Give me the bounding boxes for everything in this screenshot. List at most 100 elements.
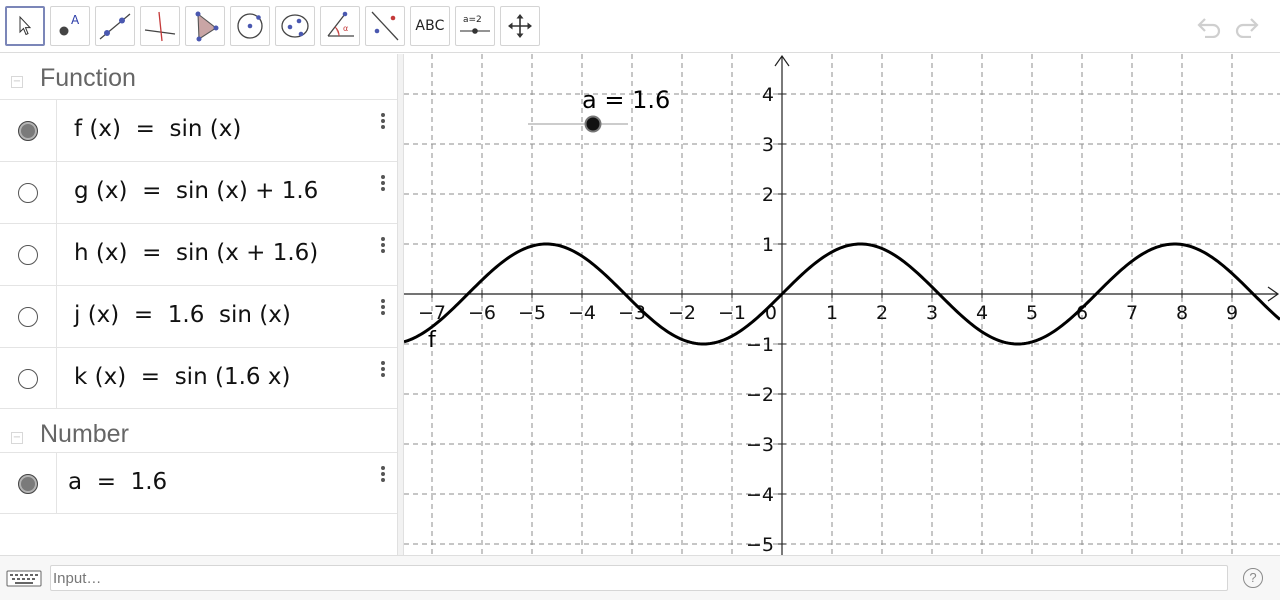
x-axis-ticks: −7 −6 −5 −4 −3 −2 −1 0 1 2 3 4 5 6 7 8 9 <box>418 290 1238 324</box>
visibility-toggle-icon[interactable] <box>18 121 38 141</box>
algebra-item-k[interactable]: k (x) = sin (1.6 x) <box>0 347 397 409</box>
svg-text:α: α <box>343 24 348 33</box>
visibility-cell <box>0 453 57 514</box>
more-menu-icon[interactable] <box>379 174 387 192</box>
circle-tool-button[interactable] <box>230 6 270 46</box>
divider <box>0 408 397 409</box>
algebra-item-g[interactable]: g (x) = sin (x) + 1.6 <box>0 161 397 223</box>
redo-icon <box>1235 18 1259 38</box>
keyboard-icon[interactable] <box>6 568 42 588</box>
slider-tool-label: a=2 <box>463 15 482 25</box>
more-menu-icon[interactable] <box>379 360 387 378</box>
slider-icon: a=2 <box>460 15 490 34</box>
y-tick-label: 1 <box>762 234 774 256</box>
formula-text[interactable]: f (x) = sin (x) <box>74 116 241 142</box>
move-graphics-view-tool-button[interactable] <box>500 6 540 46</box>
slider-caption: a = 1.6 <box>582 86 670 114</box>
cursor-arrow-icon <box>19 15 32 36</box>
redo-button[interactable] <box>1232 12 1262 42</box>
line-tool-button[interactable] <box>95 6 135 46</box>
x-tick-label: 8 <box>1176 302 1188 324</box>
input-bar: ? <box>0 555 1280 600</box>
x-tick-label: 3 <box>926 302 938 324</box>
group-title: Function <box>40 64 136 92</box>
formula-text[interactable]: k (x) = sin (1.6 x) <box>74 364 290 390</box>
undo-button[interactable] <box>1194 12 1224 42</box>
reflect-about-line-icon <box>371 11 399 41</box>
visibility-toggle-icon[interactable] <box>18 183 38 203</box>
algebra-item-j[interactable]: j (x) = 1.6 sin (x) <box>0 285 397 347</box>
y-tick-label: −1 <box>746 334 774 356</box>
polygon-tool-button[interactable] <box>185 6 225 46</box>
visibility-cell <box>0 100 57 161</box>
more-menu-icon[interactable] <box>379 236 387 254</box>
x-tick-label: −4 <box>568 302 596 324</box>
point-tool-button[interactable]: A <box>50 6 90 46</box>
collapse-group-icon[interactable]: − <box>11 432 23 444</box>
algebra-item-h[interactable]: h (x) = sin (x + 1.6) <box>0 223 397 285</box>
visibility-toggle-icon[interactable] <box>18 307 38 327</box>
line-icon <box>99 13 131 40</box>
more-menu-icon[interactable] <box>379 298 387 316</box>
y-tick-label: 4 <box>762 84 774 106</box>
y-tick-label: −4 <box>746 484 774 506</box>
more-menu-icon[interactable] <box>379 112 387 130</box>
algebra-input-field[interactable] <box>50 565 1228 591</box>
slider-knob[interactable] <box>584 115 602 133</box>
help-icon[interactable]: ? <box>1243 568 1263 588</box>
slider-tool-button[interactable]: a=2 <box>455 6 495 46</box>
visibility-cell <box>0 162 57 223</box>
circle-icon <box>237 13 263 39</box>
graphics-view[interactable]: −7 −6 −5 −4 −3 −2 −1 0 1 2 3 4 5 6 7 8 9 4 3 2 1 −1 −2 −3 −4 −5 … <box>404 54 1280 555</box>
more-menu-icon[interactable] <box>379 465 387 483</box>
text-tool-button[interactable]: ABC <box>410 6 450 46</box>
graphics-canvas[interactable]: −7 −6 −5 −4 −3 −2 −1 0 1 2 3 4 5 6 7 8 9 4321−1−2−3−4−5 … <box>404 54 1280 555</box>
point-icon: A <box>59 13 80 36</box>
algebra-item-f[interactable]: f (x) = sin (x) <box>0 99 397 161</box>
x-tick-label: −2 <box>668 302 696 324</box>
reflect-tool-button[interactable] <box>365 6 405 46</box>
toolbar: A α ABC a=2 <box>0 0 1280 53</box>
formula-text[interactable]: g (x) = sin (x) + 1.6 <box>74 178 318 204</box>
geogebra-app: A α ABC a=2 − Function f (x) = sin (x) g… <box>0 0 1280 600</box>
text-tool-label: ABC <box>415 18 445 34</box>
algebra-item-a[interactable]: a = 1.6 <box>0 452 397 514</box>
x-tick-label: 4 <box>976 302 988 324</box>
move-tool-button[interactable] <box>5 6 45 46</box>
divider <box>0 513 397 514</box>
collapse-group-icon[interactable]: − <box>11 76 23 88</box>
x-tick-label: −6 <box>468 302 496 324</box>
visibility-toggle-icon[interactable] <box>18 474 38 494</box>
formula-text[interactable]: a = 1.6 <box>68 469 167 495</box>
perpendicular-line-tool-button[interactable] <box>140 6 180 46</box>
x-tick-label: −1 <box>718 302 746 324</box>
y-tick-label: −2 <box>746 384 774 406</box>
formula-text[interactable]: h (x) = sin (x + 1.6) <box>74 240 318 266</box>
move-view-arrows-icon <box>508 14 532 38</box>
y-tick-label: −5 <box>746 534 774 555</box>
algebra-view: − Function f (x) = sin (x) g (x) = sin (… <box>0 54 397 555</box>
x-tick-label: −3 <box>618 302 646 324</box>
svg-text:A: A <box>71 13 80 27</box>
group-header-number[interactable]: − Number <box>0 410 397 455</box>
polygon-icon <box>195 11 219 42</box>
formula-text[interactable]: j (x) = 1.6 sin (x) <box>74 302 291 328</box>
ellipse-tool-button[interactable] <box>275 6 315 46</box>
x-tick-label: 2 <box>876 302 888 324</box>
slider-a[interactable]: a = 1.6 <box>528 86 670 133</box>
x-tick-label: 1 <box>826 302 838 324</box>
y-tick-label: 2 <box>762 184 774 206</box>
visibility-cell <box>0 224 57 285</box>
angle-tool-button[interactable]: α <box>320 6 360 46</box>
angle-icon: α <box>327 11 354 37</box>
perpendicular-line-icon <box>144 11 176 42</box>
visibility-cell <box>0 348 57 409</box>
view-splitter[interactable] <box>397 54 404 555</box>
visibility-cell <box>0 286 57 347</box>
group-title: Number <box>40 420 129 448</box>
y-tick-label: −3 <box>746 434 774 456</box>
visibility-toggle-icon[interactable] <box>18 245 38 265</box>
curve-label[interactable]: f <box>428 328 437 353</box>
visibility-toggle-icon[interactable] <box>18 369 38 389</box>
group-header-function[interactable]: − Function <box>0 54 397 99</box>
